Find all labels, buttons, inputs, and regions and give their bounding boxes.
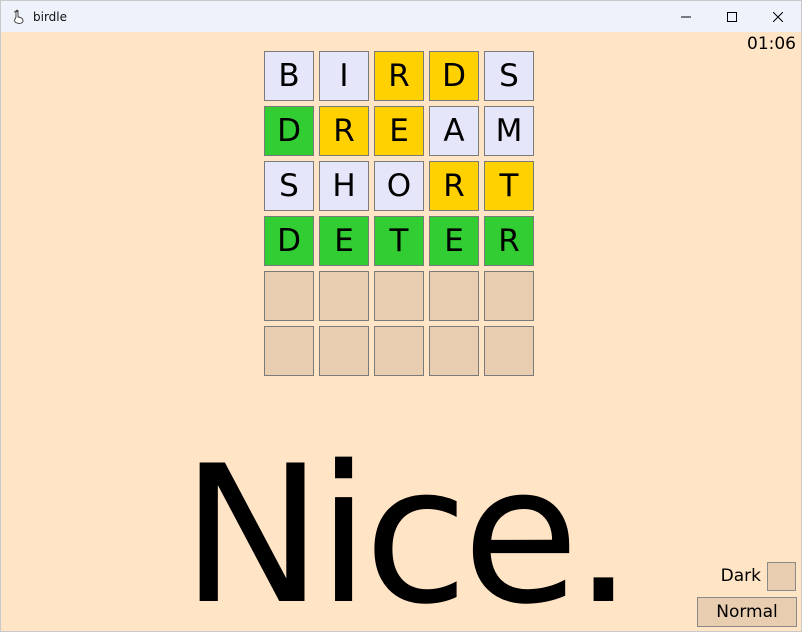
tile: R [319,106,369,156]
tile [374,326,424,376]
tile [264,326,314,376]
tile: A [429,106,479,156]
tile: S [264,161,314,211]
minimize-icon [681,7,691,26]
window-title: birdle [33,9,68,24]
tile: T [374,216,424,266]
tile: D [429,51,479,101]
dark-mode-label: Dark [720,566,761,586]
tile [319,271,369,321]
tile: E [319,216,369,266]
tile: D [264,106,314,156]
tile: B [264,51,314,101]
title-bar[interactable]: birdle [1,1,801,32]
maximize-icon [727,7,737,26]
dark-mode-checkbox[interactable] [767,562,796,591]
tile: H [319,161,369,211]
tile: D [264,216,314,266]
close-icon [772,7,784,26]
tile: T [484,161,534,211]
close-button[interactable] [755,1,801,32]
window-controls [663,1,801,32]
app-window: birdle 01:06 B I R D S D R E A M S H O R… [0,0,802,632]
goose-icon [10,9,26,25]
guess-board: B I R D S D R E A M S H O R T D E T E R [264,51,534,376]
minimize-button[interactable] [663,1,709,32]
tile: S [484,51,534,101]
tile [484,271,534,321]
maximize-button[interactable] [709,1,755,32]
tile [374,271,424,321]
tile [264,271,314,321]
tile [484,326,534,376]
tile: O [374,161,424,211]
tile [429,326,479,376]
tile: R [484,216,534,266]
tile: R [429,161,479,211]
tile: E [374,106,424,156]
tile: I [319,51,369,101]
tile: E [429,216,479,266]
result-message: Nice. [181,425,634,632]
tile: R [374,51,424,101]
tile [319,326,369,376]
tile [429,271,479,321]
difficulty-mode-button[interactable]: Normal [697,597,797,627]
game-timer: 01:06 [747,34,796,54]
tile: M [484,106,534,156]
